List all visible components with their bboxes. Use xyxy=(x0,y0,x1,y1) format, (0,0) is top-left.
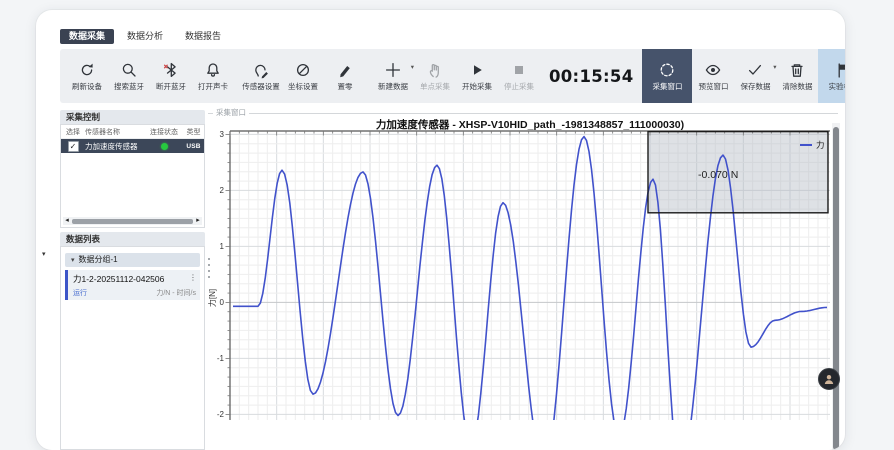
group-label: 数据分组-1 xyxy=(79,255,118,264)
chart-vscrollbar-thumb[interactable] xyxy=(833,127,839,450)
y-tick-label: -1 xyxy=(217,354,225,363)
col-connect-status: 连接状态 xyxy=(145,127,183,137)
preview-window-button[interactable]: 预览窗口 xyxy=(692,49,734,103)
sensor-settings-label: 传感器设置 xyxy=(242,81,280,92)
set-zero-button[interactable]: 置零 xyxy=(324,49,366,103)
y-tick-label: -2 xyxy=(217,410,225,419)
coordinate-settings-button[interactable]: 坐标设置 xyxy=(282,49,324,103)
person-icon xyxy=(823,373,835,385)
plus-icon xyxy=(384,61,402,79)
single-point-collect-button[interactable]: 单点采集 xyxy=(414,49,456,103)
disconnect-bluetooth-label: 断开蓝牙 xyxy=(156,81,186,92)
experiment-annotate-button[interactable]: 实验标注 xyxy=(818,49,845,103)
check-icon xyxy=(746,61,764,79)
compass-icon xyxy=(294,61,312,79)
start-collect-label: 开始采集 xyxy=(462,81,492,92)
tab-data-collect[interactable]: 数据采集 xyxy=(60,29,114,44)
open-soundcard-button[interactable]: 打开声卡 xyxy=(192,49,234,103)
sensor-table-header: 选择 传感器名称 连接状态 类型 xyxy=(61,125,204,139)
sensor-row[interactable]: ✓ 力加速度传感器 USB xyxy=(61,139,204,153)
bluetooth-icon xyxy=(162,61,180,79)
y-axis-label: 力[N] xyxy=(207,289,217,307)
disconnect-bluetooth-button[interactable]: 断开蓝牙 xyxy=(150,49,192,103)
stop-collect-label: 停止采集 xyxy=(504,81,534,92)
bell-icon xyxy=(204,61,222,79)
collect-window-groupbox-label: 采集窗口 xyxy=(213,107,249,118)
new-data-button[interactable]: 新建数据▾ xyxy=(372,49,414,103)
y-tick-label: 0 xyxy=(220,298,225,307)
data-list-header: 数据列表 xyxy=(60,232,205,246)
data-list-panel: ▾ 数据分组-1 力1-2-20251112-042506 ⋮ 运行 力/N - … xyxy=(60,246,205,450)
refresh-icon xyxy=(78,61,96,79)
group-caret-icon[interactable]: ▾ xyxy=(71,257,75,264)
sensor-settings-button[interactable]: 传感器设置 xyxy=(240,49,282,103)
start-collect-button[interactable]: 开始采集 xyxy=(456,49,498,103)
sensor-table-hscrollbar[interactable]: ◂ ▸ xyxy=(63,217,202,225)
col-select: 选择 xyxy=(61,127,85,137)
save-data-label: 保存数据 xyxy=(740,81,770,92)
data-item-status: 运行 xyxy=(73,288,87,298)
legend-label: 力 xyxy=(816,140,825,150)
collect-window-label: 采集窗口 xyxy=(652,81,682,92)
data-item-meta: 力/N - 时间/s xyxy=(156,288,196,298)
assistant-avatar-button[interactable] xyxy=(818,368,840,390)
stop-icon xyxy=(510,61,528,79)
search-bluetooth-label: 搜索蓝牙 xyxy=(114,81,144,92)
groupbox-border xyxy=(208,113,838,114)
hand-icon xyxy=(426,61,444,79)
preview-window-label: 预览窗口 xyxy=(698,81,728,92)
data-list-item[interactable]: 力1-2-20251112-042506 ⋮ 运行 力/N - 时间/s xyxy=(65,270,200,300)
save-data-button[interactable]: 保存数据▾ xyxy=(734,49,776,103)
data-group-row[interactable]: ▾ 数据分组-1 xyxy=(65,253,200,267)
single-point-collect-label: 单点采集 xyxy=(420,81,450,92)
chart-plot[interactable]: 3 2 1 0 -1 -2 力[N] -0.070 N 力 xyxy=(200,130,840,420)
sensor-name: 力加速度传感器 xyxy=(85,141,145,152)
y-tick-label: 3 xyxy=(220,130,225,139)
coordinate-settings-label: 坐标设置 xyxy=(288,81,318,92)
set-zero-label: 置零 xyxy=(338,81,353,92)
hscroll-thumb[interactable] xyxy=(72,219,193,224)
main-tabs: 数据采集 数据分析 数据报告 xyxy=(60,29,230,44)
flag-icon xyxy=(834,61,845,79)
open-soundcard-label: 打开声卡 xyxy=(198,81,228,92)
search-icon xyxy=(120,61,138,79)
clear-data-button[interactable]: 清除数据 xyxy=(776,49,818,103)
refresh-device-label: 刷新设备 xyxy=(72,81,102,92)
collect-window-button[interactable]: 采集窗口 xyxy=(642,49,692,103)
cursor-value-annotation: -0.070 N xyxy=(698,169,738,181)
sidebar-collapse-icon[interactable]: ▾ xyxy=(42,250,46,258)
y-tick-label: 1 xyxy=(220,242,225,251)
clear-data-label: 清除数据 xyxy=(782,81,812,92)
app-window: 数据采集 数据分析 数据报告 刷新设备 搜索蓝牙 断开蓝牙 打开声卡 传感器设置坐标设置… xyxy=(36,10,845,450)
search-bluetooth-button[interactable]: 搜索蓝牙 xyxy=(108,49,150,103)
toolbar: 刷新设备 搜索蓝牙 断开蓝牙 打开声卡 传感器设置坐标设置 置零 新建数据▾ 单点采集 开始采集… xyxy=(60,49,838,103)
pen-icon xyxy=(336,61,354,79)
experiment-annotate-label: 实验标注 xyxy=(828,81,845,92)
tab-data-report[interactable]: 数据报告 xyxy=(176,29,230,44)
y-tick-label: 2 xyxy=(220,186,225,195)
collect-control-header: 采集控制 xyxy=(60,110,205,124)
trash-icon xyxy=(788,61,806,79)
tab-data-analysis[interactable]: 数据分析 xyxy=(118,29,172,44)
col-sensor-name: 传感器名称 xyxy=(85,127,145,137)
hscroll-left-icon[interactable]: ◂ xyxy=(63,217,71,225)
data-item-title: 力1-2-20251112-042506 xyxy=(73,273,196,285)
sensor-checkbox[interactable]: ✓ xyxy=(68,141,79,152)
new-data-label: 新建数据 xyxy=(378,81,408,92)
dashed-circle-icon xyxy=(658,61,676,79)
stop-collect-button[interactable]: 停止采集 xyxy=(498,49,540,103)
status-dot xyxy=(161,143,168,150)
eye-icon xyxy=(704,61,722,79)
sensor-icon xyxy=(252,61,270,79)
collect-control-panel: 选择 传感器名称 连接状态 类型 ✓ 力加速度传感器 USB ◂ ▸ xyxy=(60,124,205,228)
refresh-device-button[interactable]: 刷新设备 xyxy=(66,49,108,103)
play-icon xyxy=(468,61,486,79)
kebab-menu-icon[interactable]: ⋮ xyxy=(189,273,197,282)
collect-timer: 00:15:54 xyxy=(540,67,642,86)
